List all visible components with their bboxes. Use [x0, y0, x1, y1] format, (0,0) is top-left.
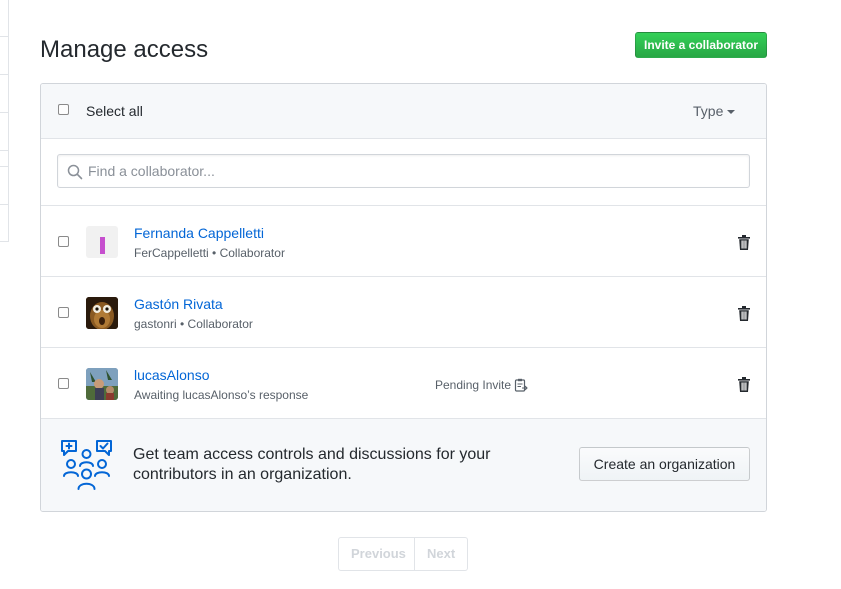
collaborator-row: lucasAlonso Awaiting lucasAlonso’s respo…	[41, 348, 766, 419]
collaborator-meta: FerCappelletti • Collaborator	[134, 246, 285, 260]
next-page-button[interactable]: Next	[415, 537, 468, 571]
collaborator-meta: Awaiting lucasAlonso’s response	[134, 388, 309, 402]
select-all-label: Select all	[86, 103, 143, 119]
pending-invite-label: Pending Invite	[435, 378, 512, 392]
trash-icon[interactable]	[738, 377, 750, 392]
left-sidebar-edge	[0, 0, 9, 589]
collaborator-row: Fernanda Cappelletti FerCappelletti • Co…	[41, 206, 766, 277]
pending-invite-status: Pending Invite	[435, 378, 528, 392]
pagination: Previous Next	[338, 537, 468, 571]
sidebar-divider	[0, 150, 8, 151]
collaborator-meta: gastonri • Collaborator	[134, 317, 253, 331]
create-organization-button[interactable]: Create an organization	[579, 447, 750, 481]
previous-page-button[interactable]: Previous	[338, 537, 415, 571]
trash-icon[interactable]	[738, 306, 750, 321]
search-section	[41, 139, 766, 206]
collaborator-name[interactable]: Fernanda Cappelletti	[134, 225, 264, 241]
sidebar-divider	[0, 241, 8, 242]
row-checkbox[interactable]	[58, 236, 69, 247]
type-filter-label: Type	[693, 103, 724, 119]
avatar	[86, 297, 118, 329]
invite-collaborator-button[interactable]: Invite a collaborator	[635, 32, 767, 58]
collaborator-name[interactable]: lucasAlonso	[134, 367, 210, 383]
team-discussion-icon	[61, 440, 112, 490]
list-header: Select all Type	[41, 84, 766, 139]
sidebar-divider	[0, 112, 8, 113]
row-checkbox[interactable]	[58, 307, 69, 318]
search-box[interactable]	[57, 154, 750, 188]
sidebar-divider	[0, 36, 8, 37]
copy-invite-link-icon[interactable]	[514, 378, 528, 392]
page-title: Manage access	[40, 36, 209, 63]
search-icon	[67, 164, 83, 180]
caret-down-icon	[727, 110, 736, 115]
select-all-checkbox[interactable]	[58, 104, 69, 115]
avatar	[86, 368, 118, 400]
row-checkbox[interactable]	[58, 378, 69, 389]
collaborators-box: Select all Type Fernanda Cappelletti Fer…	[40, 83, 767, 512]
sidebar-divider	[0, 204, 8, 205]
sidebar-divider	[0, 74, 8, 75]
avatar	[86, 226, 118, 258]
collaborator-name[interactable]: Gastón Rivata	[134, 296, 223, 312]
trash-icon[interactable]	[738, 235, 750, 250]
organization-promo: Get team access controls and discussions…	[41, 419, 766, 511]
sidebar-divider	[0, 166, 8, 167]
search-input[interactable]	[88, 155, 738, 187]
type-filter-dropdown[interactable]: Type	[693, 103, 736, 119]
promo-text: Get team access controls and discussions…	[133, 446, 491, 483]
collaborator-row: Gastón Rivata gastonri • Collaborator	[41, 277, 766, 348]
